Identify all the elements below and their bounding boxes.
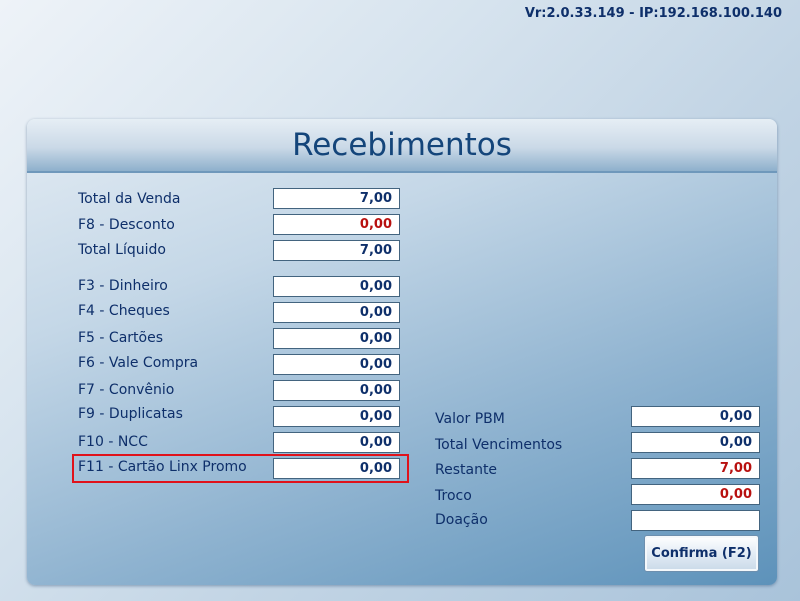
label-troco: Troco	[435, 488, 472, 504]
label-convenio: F7 - Convênio	[78, 382, 175, 398]
field-valor-pbm: 0,00	[631, 406, 760, 427]
field-cheques[interactable]: 0,00	[273, 302, 400, 323]
label-total-liquido: Total Líquido	[78, 242, 166, 258]
panel-header: Recebimentos	[27, 119, 777, 173]
label-duplicatas: F9 - Duplicatas	[78, 406, 183, 422]
field-doacao[interactable]	[631, 510, 760, 531]
field-cartoes[interactable]: 0,00	[273, 328, 400, 349]
field-total-vencimentos: 0,00	[631, 432, 760, 453]
field-duplicatas[interactable]: 0,00	[273, 406, 400, 427]
label-vale-compra: F6 - Vale Compra	[78, 355, 199, 371]
label-ncc: F10 - NCC	[78, 434, 148, 450]
page-title: Recebimentos	[292, 127, 512, 163]
highlight-box	[72, 454, 409, 483]
field-desconto[interactable]: 0,00	[273, 214, 400, 235]
field-restante: 7,00	[631, 458, 760, 479]
field-convenio[interactable]: 0,00	[273, 380, 400, 401]
field-troco: 0,00	[631, 484, 760, 505]
label-desconto: F8 - Desconto	[78, 217, 175, 233]
label-dinheiro: F3 - Dinheiro	[78, 278, 168, 294]
label-total-venda: Total da Venda	[78, 191, 181, 207]
label-valor-pbm: Valor PBM	[435, 411, 505, 427]
label-total-vencimentos: Total Vencimentos	[435, 437, 563, 453]
field-total-venda: 7,00	[273, 188, 400, 209]
label-restante: Restante	[435, 462, 498, 478]
field-vale-compra[interactable]: 0,00	[273, 354, 400, 375]
field-ncc[interactable]: 0,00	[273, 432, 400, 453]
field-total-liquido: 7,00	[273, 240, 400, 261]
confirm-button[interactable]: Confirma (F2)	[644, 535, 759, 572]
label-doacao: Doação	[435, 512, 488, 528]
label-cartoes: F5 - Cartões	[78, 330, 163, 346]
field-dinheiro[interactable]: 0,00	[273, 276, 400, 297]
label-cheques: F4 - Cheques	[78, 303, 170, 319]
version-info: Vr:2.0.33.149 - IP:192.168.100.140	[524, 6, 782, 21]
